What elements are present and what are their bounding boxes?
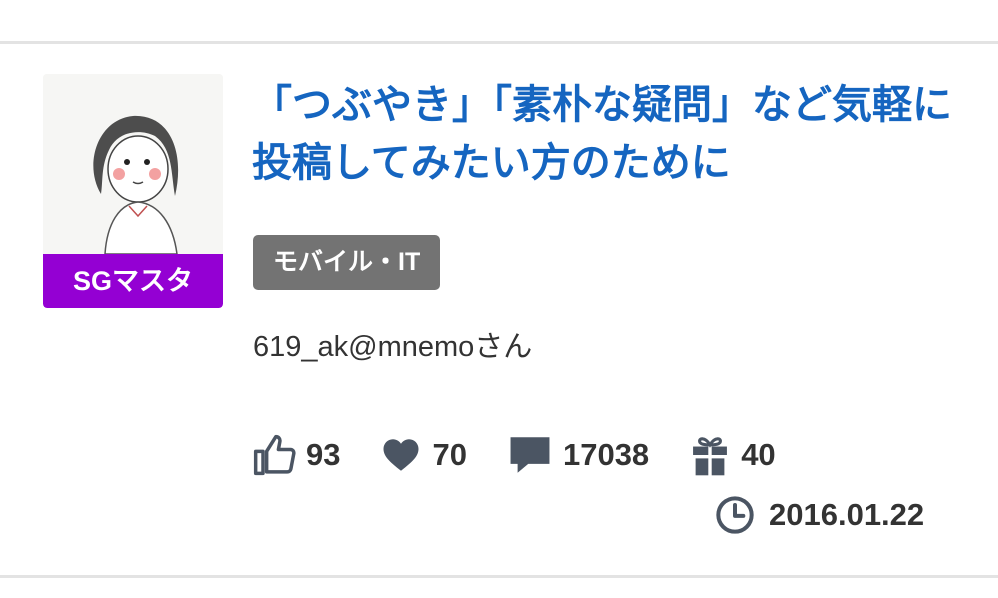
favorites-stat: 70: [380, 434, 467, 476]
top-divider: [0, 41, 998, 44]
gifts-count: 40: [741, 437, 776, 472]
likes-stat: 93: [252, 433, 340, 477]
comments-count: 17038: [562, 437, 650, 472]
avatar-illustration: [43, 74, 223, 254]
gift-icon: [693, 437, 728, 476]
gifts-stat: 40: [689, 433, 776, 477]
comments-stat: 17038: [507, 433, 649, 477]
post-title[interactable]: 「つぶやき」「素朴な疑問」など気軽に投稿してみたい方のために: [252, 76, 952, 192]
post-stats: 93 70 17038 40: [252, 430, 816, 480]
clock-icon: [716, 496, 754, 534]
date-text: 2016.01.22: [769, 497, 925, 532]
bottom-divider: [0, 575, 998, 578]
favorites-count: 70: [432, 437, 467, 472]
rank-badge: SGマスタ: [43, 254, 223, 308]
category-tag[interactable]: モバイル・IT: [253, 235, 441, 290]
heart-icon: [383, 439, 419, 471]
avatar[interactable]: [43, 74, 223, 254]
likes-count: 93: [306, 437, 341, 472]
user-avatar-card[interactable]: SGマスタ: [43, 74, 223, 308]
thumbs-up-icon: [253, 434, 296, 476]
post-date: 2016.01.22: [715, 490, 924, 540]
author-name[interactable]: 619_ak@mnemoさん: [253, 327, 532, 367]
speech-bubble-icon: [510, 437, 550, 473]
